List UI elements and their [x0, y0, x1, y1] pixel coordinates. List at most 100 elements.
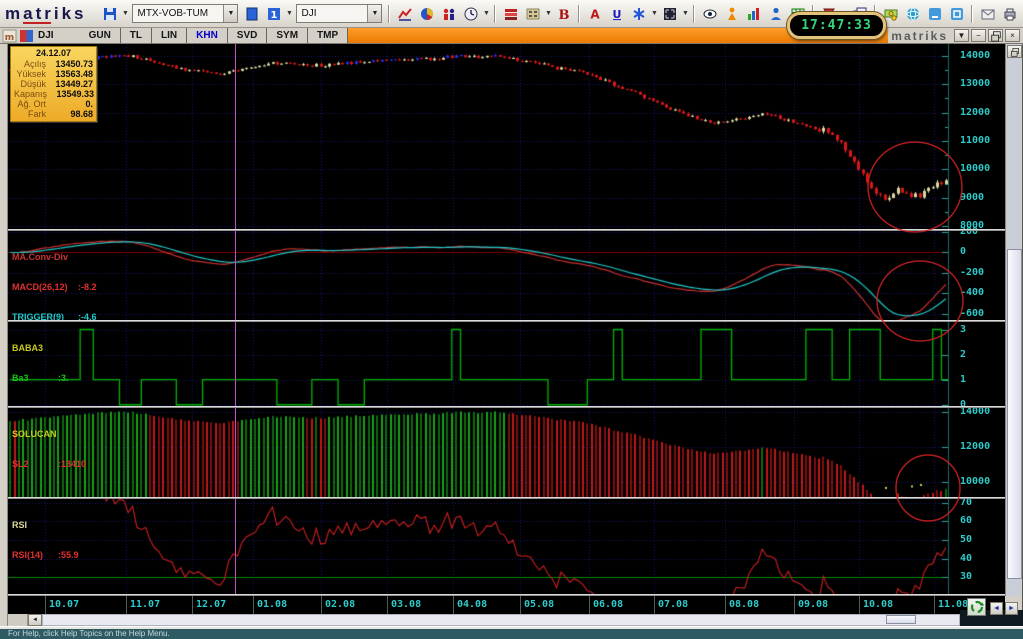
depth-list-icon[interactable] [500, 3, 521, 24]
baba3-chart-canvas[interactable] [8, 322, 956, 406]
solucan-line1-label: SL2 [12, 459, 29, 469]
date-label: 07.08 [658, 599, 689, 610]
symbol-combo[interactable]: DJI ▼ [296, 4, 383, 23]
rsi-axis-label: 30 [960, 571, 973, 583]
rsi-title: RSI [12, 520, 28, 530]
price-chart-canvas[interactable] [8, 44, 956, 229]
refresh-button[interactable] [967, 598, 986, 616]
symbol-combo-dropdown-icon[interactable]: ▼ [367, 5, 382, 22]
mail-icon[interactable] [977, 3, 998, 24]
baba3-axis-label: 3 [960, 323, 967, 335]
page-next-button[interactable]: ► [1005, 602, 1018, 615]
macd-chart-canvas[interactable] [8, 231, 956, 320]
rsi-axis-label: 40 [960, 552, 973, 564]
analysis-icon[interactable] [743, 3, 764, 24]
font-color-icon[interactable]: A [584, 3, 605, 24]
info-label: Kapanış [14, 89, 48, 99]
rsi-line1-value: :55.9 [58, 550, 79, 560]
window-controls: matriks ▼ − × [888, 28, 1023, 43]
date-label: 04.08 [457, 599, 488, 610]
scroll-corner [8, 614, 28, 626]
date-label: 01.08 [257, 599, 288, 610]
macd-line1-label: MACD(26,12) [12, 282, 68, 292]
restore-all-icon[interactable] [946, 3, 967, 24]
tab-gun[interactable]: GUN [80, 28, 121, 43]
toolbar-separator [693, 4, 696, 23]
rsi-axis-label: 50 [960, 533, 973, 545]
date-tick [453, 596, 454, 614]
clock-widget[interactable]: 17:47:33 [787, 12, 886, 39]
workspace-combo[interactable]: MTX-VOB-TUM ▼ [132, 4, 239, 23]
page-grid-icon[interactable] [628, 3, 649, 24]
window-caption: matriks [891, 28, 948, 43]
solucan-panel: SOLUCAN SL2:13410 [8, 408, 1005, 497]
tab-sym[interactable]: SYM [267, 28, 309, 43]
restore-button[interactable] [988, 29, 1003, 42]
full-screen-icon[interactable] [659, 3, 680, 24]
panel-separator [8, 406, 1005, 408]
alert-icon[interactable] [721, 3, 742, 24]
time-sales-icon-dropdown[interactable]: ▼ [482, 10, 490, 17]
solucan-title: SOLUCAN [12, 429, 57, 439]
vertical-scroll-thumb[interactable] [1007, 249, 1022, 579]
tab-tl[interactable]: TL [121, 28, 153, 43]
tab-lin[interactable]: LIN [152, 28, 188, 43]
workspace-combo-dropdown-icon[interactable]: ▼ [223, 5, 238, 22]
rsi-chart-canvas[interactable] [8, 499, 956, 594]
vertical-scrollbar[interactable] [1005, 44, 1022, 596]
underline-icon[interactable]: U [606, 3, 627, 24]
time-sales-icon[interactable] [460, 3, 481, 24]
minimize-button[interactable]: − [971, 29, 986, 42]
window-menu-button[interactable]: ▼ [954, 29, 969, 42]
child-restore-button[interactable] [1007, 45, 1022, 58]
info-value: 13449.27 [55, 79, 93, 89]
panel-separator [8, 497, 1005, 499]
info-label: Düşük [20, 79, 46, 89]
horizontal-scrollbar[interactable]: ◄ [8, 614, 960, 626]
account-icon[interactable] [765, 3, 786, 24]
page-one-icon-dropdown[interactable]: ▼ [285, 10, 293, 17]
market-watch-icon[interactable] [438, 3, 459, 24]
rsi-labels: RSI RSI(14):55.9 [12, 500, 79, 580]
date-label: 06.08 [593, 599, 624, 610]
page-one-icon[interactable]: 1 [263, 3, 284, 24]
info-value: 0. [85, 99, 93, 109]
price-chart-icon[interactable] [394, 3, 415, 24]
web-globe-icon[interactable] [902, 3, 923, 24]
tab-svd[interactable]: SVD [228, 28, 268, 43]
save-icon-dropdown[interactable]: ▼ [121, 10, 129, 17]
info-row: Açılış 13450.73 [14, 59, 93, 69]
info-date: 24.12.07 [35, 48, 72, 58]
page-prev-button[interactable]: ◄ [990, 602, 1003, 615]
print-icon[interactable] [999, 3, 1020, 24]
rsi-axis-label: 60 [960, 515, 973, 527]
full-screen-icon-dropdown[interactable]: ▼ [681, 10, 689, 17]
solucan-axis-label: 12000 [960, 440, 991, 452]
scroll-left-button[interactable]: ◄ [28, 614, 42, 626]
tab-khn[interactable]: KHN [187, 28, 228, 43]
price-info-box: 24.12.07 Açılış 13450.73 Yüksek 13563.48 Düş… [10, 46, 97, 122]
solucan-chart-canvas[interactable] [8, 408, 956, 497]
save-icon[interactable] [99, 3, 120, 24]
info-label: Ağ. Ort [17, 99, 46, 109]
info-label: Fark [28, 109, 46, 119]
minimize-all-icon[interactable] [924, 3, 945, 24]
quote-panel-icon-dropdown[interactable]: ▼ [544, 10, 552, 17]
macd-title: MA.Conv-Div [12, 252, 68, 262]
new-page-icon[interactable] [241, 3, 262, 24]
horizontal-scroll-thumb[interactable] [886, 615, 916, 624]
pie-chart-icon[interactable] [416, 3, 437, 24]
price-axis-label: 10000 [960, 163, 991, 175]
tab-tmp[interactable]: TMP [308, 28, 349, 43]
horizontal-scroll-track[interactable] [42, 614, 960, 626]
date-tick [654, 596, 655, 614]
matriks-logo: matriks [5, 3, 87, 24]
quote-panel-icon[interactable] [522, 3, 543, 24]
bold-icon[interactable]: B [553, 3, 574, 24]
date-tick [725, 596, 726, 614]
close-button[interactable]: × [1005, 29, 1020, 42]
page-grid-icon-dropdown[interactable]: ▼ [650, 10, 658, 17]
watch-eye-icon[interactable] [699, 3, 720, 24]
date-tick [859, 596, 860, 614]
price-axis-label: 14000 [960, 49, 991, 61]
